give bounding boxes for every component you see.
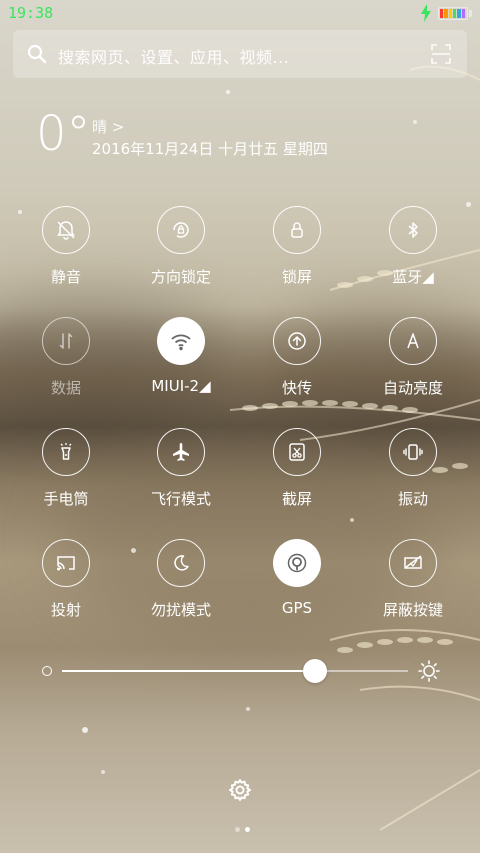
toggle-button[interactable] xyxy=(389,317,437,365)
toggle-button[interactable] xyxy=(157,428,205,476)
toggle-label: 锁屏 xyxy=(281,268,312,286)
toggle-button[interactable] xyxy=(42,428,90,476)
gps-icon xyxy=(287,553,307,573)
toggle-label: 屏蔽按键 xyxy=(382,601,443,619)
mobile-data-icon xyxy=(59,333,73,349)
toggle-label: 自动亮度 xyxy=(382,379,443,397)
toggle-label: 勿扰模式 xyxy=(150,601,211,619)
auto-brightness-icon xyxy=(407,333,419,349)
toggle-button[interactable] xyxy=(42,206,90,254)
weather-condition[interactable]: 晴 > xyxy=(92,116,124,137)
cast-icon xyxy=(57,556,75,571)
toggle-button[interactable] xyxy=(273,428,321,476)
toggle-label: 方向锁定 xyxy=(150,268,211,286)
toggle-label: 飞行模式 xyxy=(150,490,211,508)
brightness-thumb[interactable] xyxy=(303,659,327,683)
date-text: 2016年11月24日 十月廿五 星期四 xyxy=(92,140,328,158)
battery-segment xyxy=(457,9,461,18)
wifi-icon xyxy=(171,334,191,351)
keys-blocked-icon xyxy=(404,555,422,569)
toggle-button[interactable] xyxy=(157,539,205,587)
brightness-high-icon xyxy=(418,660,440,682)
toggle-label: 快传 xyxy=(281,379,312,397)
toggle-label: 手电筒 xyxy=(43,490,89,508)
search-icon xyxy=(27,44,47,64)
screenshot-icon xyxy=(289,443,305,461)
status-bar: 19:38 xyxy=(0,0,480,28)
toggle-flashlight[interactable]: 手电筒 xyxy=(7,428,127,538)
battery-segment xyxy=(448,9,452,18)
toggle-label: 静音 xyxy=(50,268,81,286)
toggle-keys-blocked[interactable]: 屏蔽按键 xyxy=(354,539,474,649)
toggle-screenshot[interactable]: 截屏 xyxy=(238,428,358,538)
toggle-bluetooth[interactable]: 蓝牙◢ xyxy=(354,206,474,316)
scan-icon[interactable] xyxy=(431,44,451,64)
toggle-button[interactable] xyxy=(157,317,205,365)
toggle-label: 蓝牙◢ xyxy=(392,268,434,286)
charging-icon xyxy=(421,4,431,22)
battery-segment xyxy=(461,9,465,18)
gear-icon[interactable] xyxy=(228,778,252,802)
search-bar[interactable]: 搜索网页、设置、应用、视频... xyxy=(13,30,467,78)
moon-icon xyxy=(174,555,189,571)
toggle-button[interactable] xyxy=(157,206,205,254)
lock-icon xyxy=(291,222,303,238)
toggle-button[interactable] xyxy=(42,539,90,587)
battery-segment xyxy=(452,9,457,18)
toggle-label: MIUI-2◢ xyxy=(151,377,211,395)
battery-segment xyxy=(444,9,448,18)
toggle-label: GPS xyxy=(281,599,313,617)
toggle-airplane[interactable]: 飞行模式 xyxy=(122,428,242,538)
brightness-fill xyxy=(62,670,315,672)
toggle-button[interactable] xyxy=(273,317,321,365)
toggle-mobile-data[interactable]: 数据 xyxy=(7,317,127,427)
battery-icon xyxy=(438,7,468,20)
status-time: 19:38 xyxy=(8,4,54,22)
toggle-button[interactable] xyxy=(273,539,321,587)
bell-off-icon xyxy=(57,221,75,240)
toggle-label: 振动 xyxy=(397,490,428,508)
brightness-low-icon xyxy=(42,666,52,676)
toggle-vibrate[interactable]: 振动 xyxy=(354,428,474,538)
toggle-button[interactable] xyxy=(389,206,437,254)
page-dot xyxy=(245,827,250,832)
toggle-label: 截屏 xyxy=(281,490,312,508)
toggle-moon[interactable]: 勿扰模式 xyxy=(122,539,242,649)
toggle-label: 数据 xyxy=(50,379,81,397)
toggle-quick-transfer[interactable]: 快传 xyxy=(238,317,358,427)
flashlight-icon xyxy=(60,443,72,460)
rotation-lock-icon xyxy=(173,222,189,238)
toggle-lock[interactable]: 锁屏 xyxy=(238,206,358,316)
toggle-auto-brightness[interactable]: 自动亮度 xyxy=(354,317,474,427)
toggle-button[interactable] xyxy=(389,428,437,476)
vibrate-icon xyxy=(403,444,423,460)
brightness-slider[interactable] xyxy=(62,659,408,683)
temperature[interactable]: 0° xyxy=(36,104,91,164)
bluetooth-icon xyxy=(408,222,418,238)
toggle-button[interactable] xyxy=(42,317,90,365)
quick-transfer-icon xyxy=(288,332,306,350)
toggle-bell-off[interactable]: 静音 xyxy=(7,206,127,316)
toggle-wifi[interactable]: MIUI-2◢ xyxy=(122,317,242,427)
toggle-gps[interactable]: GPS xyxy=(238,539,358,649)
toggle-button[interactable] xyxy=(273,206,321,254)
search-input[interactable]: 搜索网页、设置、应用、视频... xyxy=(58,44,289,68)
battery-segment xyxy=(440,9,444,18)
page-dot xyxy=(235,827,240,832)
battery-tip xyxy=(469,10,472,17)
airplane-icon xyxy=(173,443,189,461)
toggle-rotation-lock[interactable]: 方向锁定 xyxy=(122,206,242,316)
toggle-button[interactable] xyxy=(389,539,437,587)
toggle-cast[interactable]: 投射 xyxy=(7,539,127,649)
toggle-label: 投射 xyxy=(50,601,81,619)
